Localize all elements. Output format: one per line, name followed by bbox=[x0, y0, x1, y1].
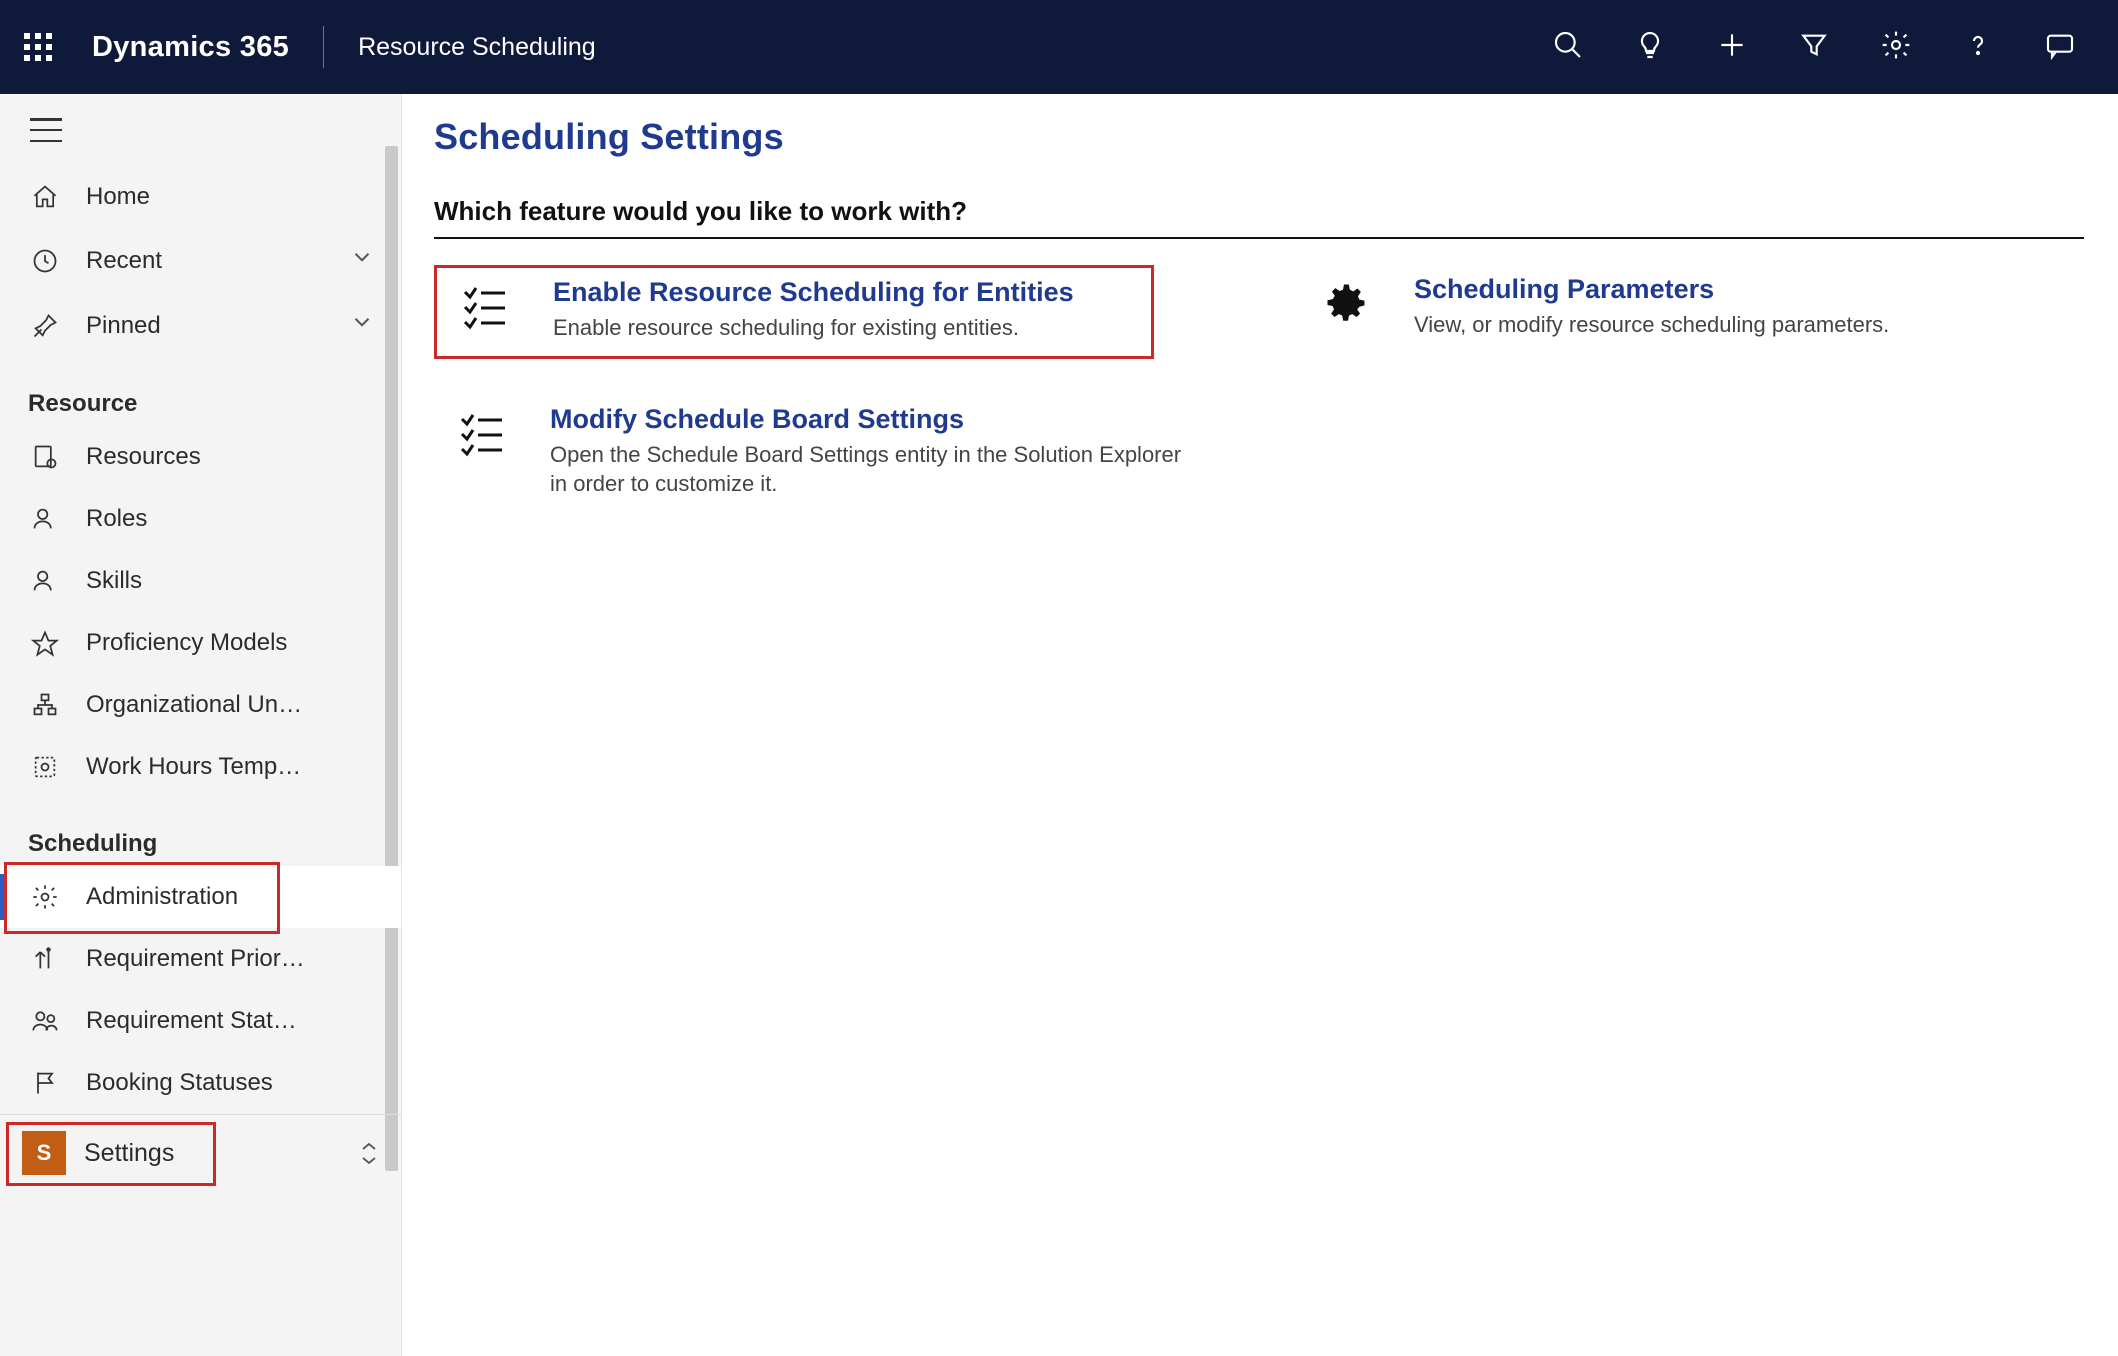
tile-scheduling-parameters[interactable]: Scheduling Parameters View, or modify re… bbox=[1298, 265, 1907, 353]
sidebar-item-booking-statuses[interactable]: Booking Statuses bbox=[0, 1052, 401, 1114]
sidebar-item-label: Recent bbox=[86, 247, 349, 275]
hamburger-icon[interactable] bbox=[30, 118, 62, 142]
clock-icon bbox=[30, 246, 60, 276]
resources-icon bbox=[30, 442, 60, 472]
org-icon bbox=[30, 690, 60, 720]
filter-icon[interactable] bbox=[1798, 29, 1830, 66]
star-icon bbox=[30, 628, 60, 658]
sidebar-item-label: Proficiency Models bbox=[86, 629, 375, 657]
tile-desc: Open the Schedule Board Settings entity … bbox=[550, 441, 1190, 498]
area-switcher[interactable]: S Settings bbox=[0, 1114, 401, 1193]
person-icon bbox=[30, 566, 60, 596]
sidebar-item-requirement-priorities[interactable]: Requirement Prior… bbox=[0, 928, 401, 990]
waffle-icon[interactable] bbox=[20, 29, 56, 65]
updown-icon bbox=[359, 1141, 379, 1166]
checklist-icon bbox=[461, 282, 509, 330]
sidebar-item-label: Requirement Prior… bbox=[86, 945, 375, 973]
tile-enable-resource-scheduling[interactable]: Enable Resource Scheduling for Entities … bbox=[434, 265, 1154, 359]
topbar: Dynamics 365 Resource Scheduling bbox=[0, 0, 2118, 94]
page-title: Scheduling Settings bbox=[434, 116, 2084, 158]
app-name[interactable]: Resource Scheduling bbox=[358, 33, 596, 62]
plus-icon[interactable] bbox=[1716, 29, 1748, 66]
tile-desc: View, or modify resource scheduling para… bbox=[1414, 311, 1889, 340]
sidebar-section-scheduling: Scheduling bbox=[0, 798, 401, 866]
page-subtitle: Which feature would you like to work wit… bbox=[434, 196, 2084, 239]
sidebar-item-requirement-statuses[interactable]: Requirement Stat… bbox=[0, 990, 401, 1052]
help-icon[interactable] bbox=[1962, 29, 1994, 66]
tile-desc: Enable resource scheduling for existing … bbox=[553, 314, 1074, 343]
chevron-down-icon bbox=[349, 244, 375, 277]
sidebar-item-organizational-units[interactable]: Organizational Un… bbox=[0, 674, 401, 736]
sidebar-item-recent[interactable]: Recent bbox=[0, 228, 401, 293]
tile-title: Enable Resource Scheduling for Entities bbox=[553, 278, 1074, 308]
area-label: Settings bbox=[84, 1139, 174, 1168]
sidebar-item-roles[interactable]: Roles bbox=[0, 488, 401, 550]
sidebar-section-resource: Resource bbox=[0, 358, 401, 426]
search-icon[interactable] bbox=[1552, 29, 1584, 66]
sidebar-item-label: Roles bbox=[86, 505, 375, 533]
home-icon bbox=[30, 182, 60, 212]
sidebar-item-administration[interactable]: Administration bbox=[0, 866, 401, 928]
brand[interactable]: Dynamics 365 bbox=[92, 31, 289, 64]
template-icon bbox=[30, 752, 60, 782]
sidebar-item-label: Organizational Un… bbox=[86, 691, 375, 719]
main-content: Scheduling Settings Which feature would … bbox=[402, 94, 2118, 1356]
sidebar: Home Recent Pinned bbox=[0, 94, 402, 1356]
pin-icon bbox=[30, 311, 60, 341]
person-icon bbox=[30, 504, 60, 534]
topbar-actions bbox=[1552, 29, 2076, 66]
sidebar-item-label: Resources bbox=[86, 443, 375, 471]
people-icon bbox=[30, 1006, 60, 1036]
gear-icon bbox=[1322, 279, 1370, 327]
sidebar-item-label: Skills bbox=[86, 567, 375, 595]
gear-icon[interactable] bbox=[1880, 29, 1912, 66]
tile-title: Modify Schedule Board Settings bbox=[550, 405, 1190, 435]
tile-title: Scheduling Parameters bbox=[1414, 275, 1889, 305]
sidebar-item-label: Administration bbox=[86, 883, 375, 911]
chevron-down-icon bbox=[349, 309, 375, 342]
assistant-icon[interactable] bbox=[2044, 29, 2076, 66]
priority-icon bbox=[30, 944, 60, 974]
sidebar-item-pinned[interactable]: Pinned bbox=[0, 293, 401, 358]
lightbulb-icon[interactable] bbox=[1634, 29, 1666, 66]
sidebar-item-label: Requirement Stat… bbox=[86, 1007, 375, 1035]
sidebar-item-label: Home bbox=[86, 183, 375, 211]
sidebar-item-resources[interactable]: Resources bbox=[0, 426, 401, 488]
sidebar-item-label: Pinned bbox=[86, 312, 349, 340]
sidebar-item-proficiency-models[interactable]: Proficiency Models bbox=[0, 612, 401, 674]
flag-icon bbox=[30, 1068, 60, 1098]
sidebar-item-label: Work Hours Temp… bbox=[86, 753, 375, 781]
sidebar-item-home[interactable]: Home bbox=[0, 166, 401, 228]
gear-icon bbox=[30, 882, 60, 912]
area-badge: S bbox=[22, 1131, 66, 1175]
tile-modify-schedule-board[interactable]: Modify Schedule Board Settings Open the … bbox=[434, 395, 1208, 512]
checklist-icon bbox=[458, 409, 506, 457]
sidebar-item-skills[interactable]: Skills bbox=[0, 550, 401, 612]
sidebar-item-work-hours-templates[interactable]: Work Hours Temp… bbox=[0, 736, 401, 798]
divider bbox=[323, 26, 324, 68]
sidebar-item-label: Booking Statuses bbox=[86, 1069, 375, 1097]
